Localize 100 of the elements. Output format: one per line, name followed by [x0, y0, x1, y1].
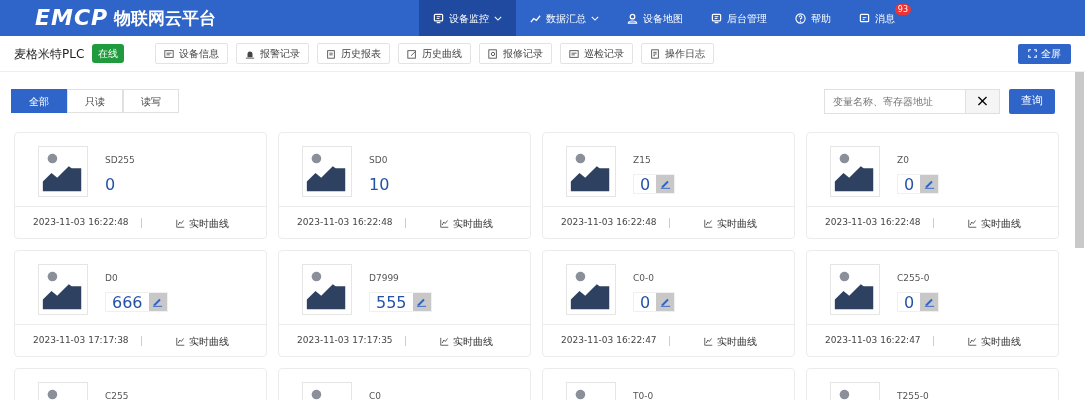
chart-link[interactable]: 实时曲线 [703, 215, 757, 231]
variable-name: T0-0 [633, 390, 654, 400]
nav-item[interactable]: 消息 93 [845, 0, 913, 36]
variable-name: D0 [105, 272, 119, 285]
help-icon [795, 12, 806, 24]
chart-link[interactable]: 实时曲线 [967, 333, 1021, 349]
toolbar-button[interactable]: 巡检记录 [560, 43, 634, 64]
chart-link[interactable]: 实时曲线 [967, 215, 1021, 231]
clipboard-icon [326, 48, 337, 59]
chart-icon [175, 336, 185, 346]
chart-link[interactable]: 实时曲线 [439, 215, 493, 231]
search-button[interactable]: 查询 [1009, 88, 1055, 114]
variable-name: D7999 [369, 272, 400, 285]
variable-value: 10 [369, 174, 390, 195]
fullscreen-button[interactable]: 全屏 [1018, 43, 1071, 64]
chart-link[interactable]: 实时曲线 [175, 215, 229, 231]
timestamp: 2023-11-03 16:22:47 [825, 334, 921, 348]
chart-icon [967, 218, 977, 228]
count-badge: 93 [894, 4, 911, 15]
nav-item[interactable]: 帮助 [781, 0, 845, 36]
variable-name: Z0 [897, 154, 910, 167]
edit-button[interactable] [920, 292, 939, 311]
value-field: 0 [897, 173, 940, 194]
toolbar-button[interactable]: 报修记录 [479, 43, 553, 64]
timestamp: 2023-11-03 17:17:35 [297, 334, 393, 348]
toolbar-button[interactable]: 历史曲线 [398, 43, 472, 64]
variable-name: C0 [369, 390, 381, 400]
chart-icon [703, 336, 713, 346]
image-placeholder-icon [38, 146, 88, 197]
variable-name: SD255 [105, 154, 135, 167]
nav-item[interactable]: 设备监控 [419, 0, 516, 36]
timestamp: 2023-11-03 16:22:48 [297, 216, 393, 230]
value-field: 555 [369, 291, 432, 312]
monitor-icon [711, 12, 722, 24]
value-field: 0 [633, 291, 676, 312]
image-placeholder-icon [566, 146, 616, 197]
timestamp: 2023-11-03 17:17:38 [33, 334, 129, 348]
app-title: 物联网云平台 [114, 9, 217, 27]
filter-tab[interactable]: 全部 [11, 89, 67, 113]
toolbar-button[interactable]: 报警记录 [236, 43, 310, 64]
toolbar-button[interactable]: 历史报表 [317, 43, 391, 64]
image-placeholder-icon [830, 264, 880, 315]
device-name: 麦格米特PLC [14, 45, 85, 63]
pencil-icon [923, 296, 935, 307]
edit-icon [407, 48, 418, 59]
chart-link[interactable]: 实时曲线 [175, 333, 229, 349]
edit-button[interactable] [920, 174, 939, 193]
image-placeholder-icon [302, 146, 352, 197]
message-icon [859, 12, 870, 24]
variable-name: Z15 [633, 154, 652, 167]
nav-item[interactable]: 设备地图 [613, 0, 697, 36]
pencil-icon [659, 296, 671, 307]
pencil-icon [659, 178, 671, 189]
variable-name: SD0 [369, 154, 389, 167]
image-placeholder-icon [302, 264, 352, 315]
toolbar-button[interactable]: 操作日志 [641, 43, 715, 64]
nav-item[interactable]: 后台管理 [697, 0, 781, 36]
image-placeholder-icon [566, 264, 616, 315]
nav-item[interactable]: 数据汇总 [516, 0, 613, 36]
timestamp: 2023-11-03 16:22:48 [33, 216, 129, 230]
timestamp: 2023-11-03 16:22:48 [825, 216, 921, 230]
chart-icon [175, 218, 185, 228]
card-icon [164, 48, 175, 59]
monitor-icon [433, 12, 444, 24]
status-badge: 在线 [92, 44, 125, 63]
fullscreen-icon [1028, 49, 1037, 58]
variable-value: 0 [105, 174, 117, 195]
image-placeholder-icon [830, 146, 880, 197]
pencil-icon [416, 296, 428, 307]
value-field: 0 [897, 291, 940, 312]
pencil-icon [152, 296, 164, 307]
filter-tab[interactable]: 只读 [67, 89, 123, 113]
chart-icon [967, 336, 977, 346]
search-icon [488, 48, 499, 59]
card-icon [569, 48, 580, 59]
clear-button[interactable]: × [966, 88, 1000, 114]
edit-button[interactable] [412, 292, 431, 311]
toolbar-button[interactable]: 设备信息 [155, 43, 229, 64]
document-icon [650, 48, 661, 59]
logo: EMCP [35, 7, 109, 29]
chart-icon [530, 12, 541, 24]
edit-button[interactable] [656, 174, 675, 193]
timestamp: 2023-11-03 16:22:47 [561, 334, 657, 348]
scrollbar[interactable] [1075, 72, 1084, 248]
image-placeholder-icon [38, 264, 88, 315]
pencil-icon [923, 178, 935, 189]
variable-name: C0-0 [633, 272, 655, 285]
variable-name: C255-0 [897, 272, 931, 285]
edit-button[interactable] [148, 292, 167, 311]
search-field[interactable]: 变量名称、寄存器地址 [824, 88, 966, 114]
chart-link[interactable]: 实时曲线 [703, 333, 757, 349]
variable-name: C255 [105, 390, 129, 400]
variable-name: T255-0 [897, 390, 929, 400]
value-field: 0 [633, 173, 676, 194]
chart-link[interactable]: 实时曲线 [439, 333, 493, 349]
value-field: 666 [105, 291, 168, 312]
filter-tab[interactable]: 读写 [123, 89, 179, 113]
timestamp: 2023-11-03 16:22:48 [561, 216, 657, 230]
edit-button[interactable] [656, 292, 675, 311]
chart-icon [439, 336, 449, 346]
